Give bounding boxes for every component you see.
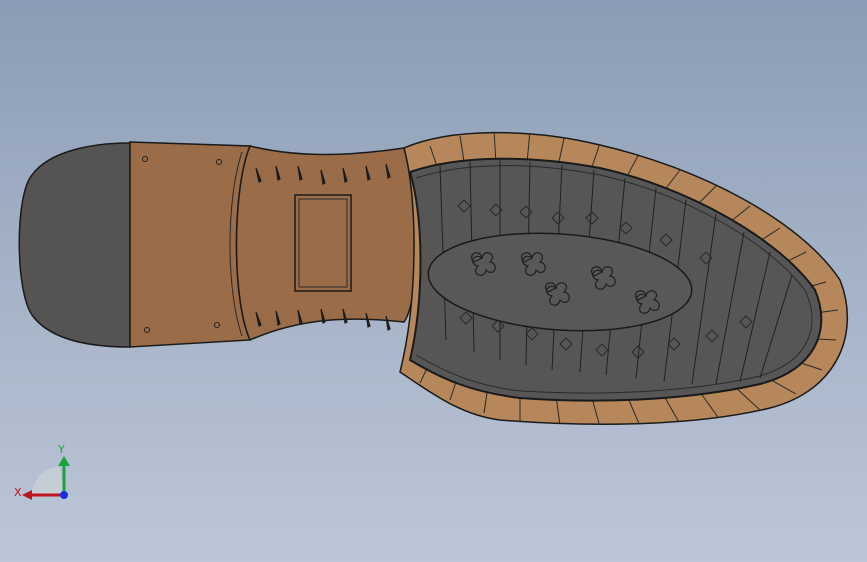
triad-plane: [32, 467, 64, 495]
x-axis-arrowhead: [22, 490, 32, 500]
x-axis-label: X: [14, 486, 22, 499]
heel-rubber[interactable]: [18, 142, 131, 348]
shoe-sole-model[interactable]: [0, 0, 867, 562]
heel-leather[interactable]: [129, 141, 252, 348]
reference-triad-icon: Y X: [14, 443, 70, 500]
y-axis-label: Y: [57, 443, 65, 456]
graphics-viewport[interactable]: Y X: [0, 0, 867, 562]
z-axis-dot: [60, 491, 68, 499]
y-axis-arrowhead: [58, 456, 70, 466]
